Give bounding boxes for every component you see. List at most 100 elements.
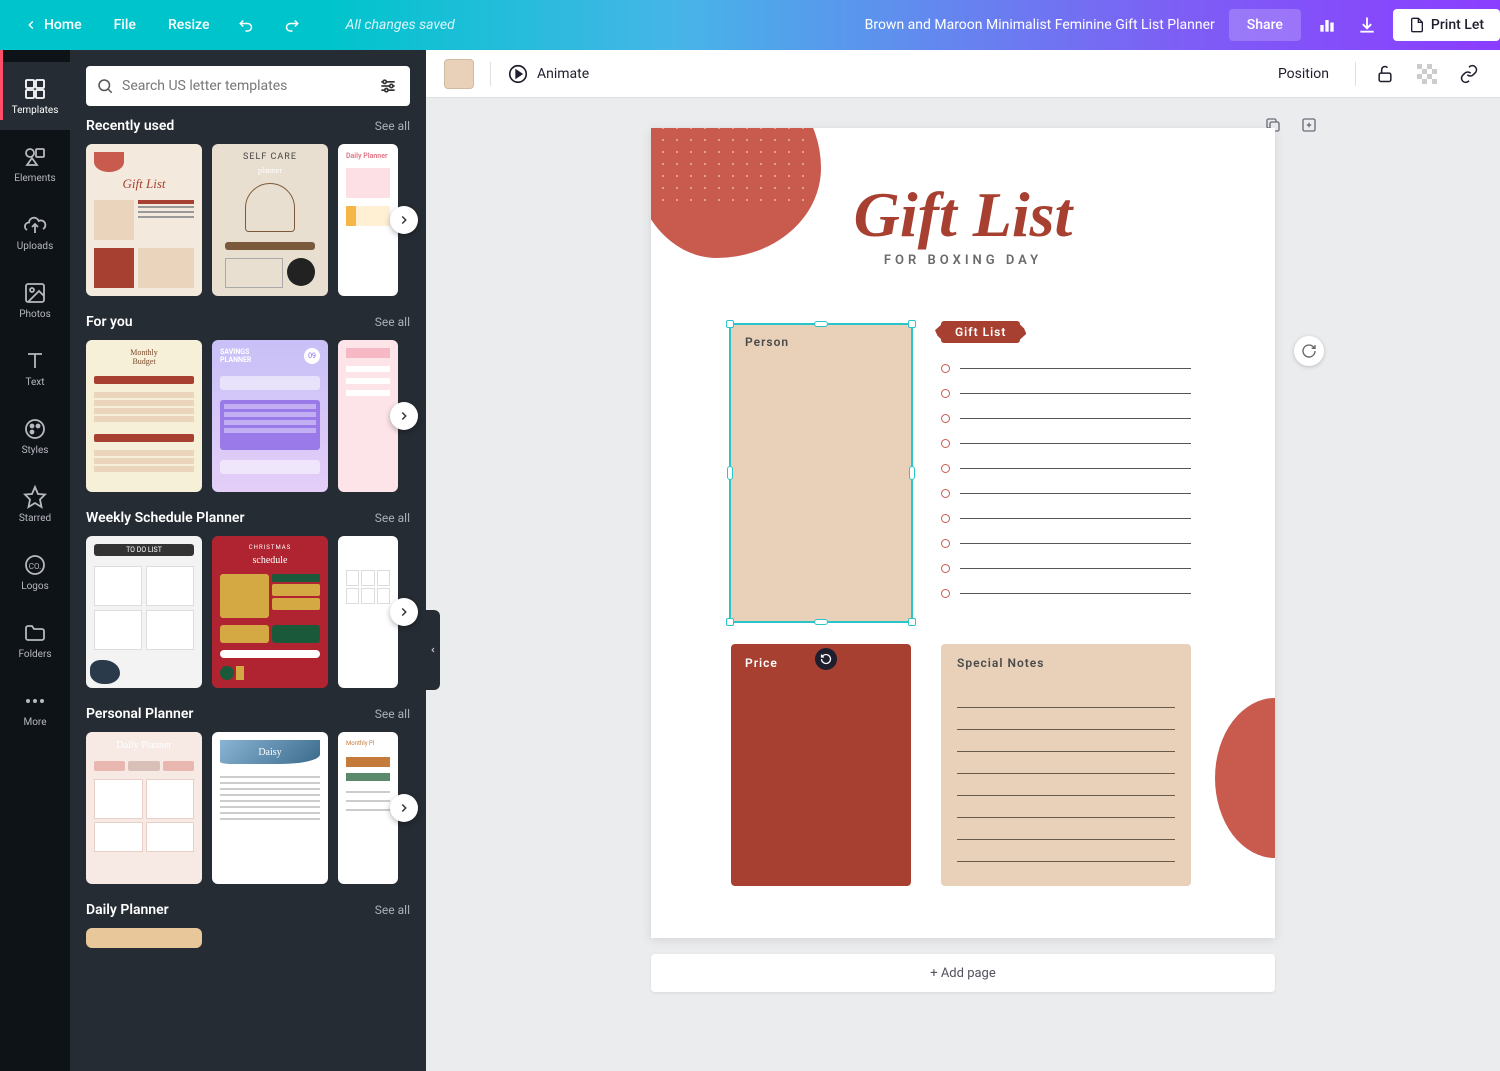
topbar-left: Home File Resize All changes saved — [0, 5, 455, 45]
rail-starred[interactable]: Starred — [0, 470, 70, 538]
design-page[interactable]: Gift List FOR BOXING DAY Person — [651, 128, 1275, 938]
rotate-handle[interactable] — [815, 648, 837, 670]
download-icon — [1357, 15, 1377, 35]
divider — [1355, 62, 1356, 86]
position-button[interactable]: Position — [1268, 60, 1339, 88]
template-thumb[interactable]: Daisy — [212, 732, 328, 884]
rail-styles[interactable]: Styles — [0, 402, 70, 470]
see-all-link[interactable]: See all — [375, 119, 410, 133]
transparency-button[interactable] — [1414, 61, 1440, 87]
panel-search — [70, 50, 426, 118]
side-rail: Templates Elements Uploads Photos Text S… — [0, 50, 70, 1071]
uploads-icon — [23, 213, 47, 237]
redo-button[interactable] — [271, 5, 311, 45]
rotate-icon — [820, 653, 832, 665]
chevron-right-icon — [397, 605, 411, 619]
template-thumb[interactable] — [86, 928, 202, 948]
canvas-viewport[interactable]: Gift List FOR BOXING DAY Person — [426, 98, 1500, 1071]
template-thumb[interactable]: Monthly Pl — [338, 732, 398, 884]
template-thumb[interactable]: TO DO LIST — [86, 536, 202, 688]
rail-photos[interactable]: Photos — [0, 266, 70, 334]
next-arrow[interactable] — [390, 794, 418, 822]
template-thumb[interactable] — [338, 340, 398, 492]
file-button[interactable]: File — [100, 9, 150, 41]
chevron-right-icon — [397, 801, 411, 815]
add-page-icon — [1300, 116, 1318, 134]
home-button[interactable]: Home — [10, 9, 96, 41]
see-all-link[interactable]: See all — [375, 315, 410, 329]
animate-button[interactable]: Animate — [507, 63, 589, 85]
search-field[interactable] — [86, 66, 410, 106]
section-weekly: Weekly Schedule Planner See all TO DO LI… — [86, 510, 410, 688]
lock-open-icon — [1375, 64, 1395, 84]
transparency-icon — [1417, 64, 1437, 84]
undo-icon — [238, 16, 256, 34]
rail-text[interactable]: Text — [0, 334, 70, 402]
download-button[interactable] — [1347, 5, 1387, 45]
lock-button[interactable] — [1372, 61, 1398, 87]
rail-templates[interactable]: Templates — [0, 62, 70, 130]
notes-box[interactable]: Special Notes — [941, 644, 1191, 886]
home-label: Home — [44, 17, 82, 33]
title-script[interactable]: Gift List — [651, 183, 1275, 247]
rail-folders[interactable]: Folders — [0, 606, 70, 674]
insights-button[interactable] — [1307, 5, 1347, 45]
template-thumb[interactable]: Gift List — [86, 144, 202, 296]
gift-list-lines[interactable] — [941, 356, 1191, 606]
template-thumb[interactable]: SAVINGSPLANNER09 — [212, 340, 328, 492]
rail-more[interactable]: More — [0, 674, 70, 742]
next-arrow[interactable] — [390, 598, 418, 626]
styles-icon — [23, 417, 47, 441]
template-thumb[interactable]: Daily Planner — [86, 732, 202, 884]
template-thumb[interactable]: MonthlyBudget — [86, 340, 202, 492]
section-personal: Personal Planner See all Daily Planner D… — [86, 706, 410, 884]
rail-accent — [0, 50, 3, 120]
template-thumb[interactable]: SELF CAREplanner — [212, 144, 328, 296]
template-thumb[interactable]: MY MONTPLAN — [338, 536, 398, 688]
more-icon — [23, 689, 47, 713]
see-all-link[interactable]: See all — [375, 707, 410, 721]
sync-button[interactable] — [1294, 336, 1324, 366]
person-box[interactable]: Person — [731, 325, 911, 621]
section-title: Personal Planner — [86, 706, 193, 722]
chevron-right-icon — [397, 409, 411, 423]
add-page-bar[interactable]: + Add page — [651, 954, 1275, 992]
giftlist-heading[interactable]: Gift List — [941, 321, 1020, 340]
person-label: Person — [745, 335, 789, 349]
document-title[interactable]: Brown and Maroon Minimalist Feminine Gif… — [455, 17, 1229, 33]
color-swatch[interactable] — [444, 59, 474, 89]
text-icon — [23, 349, 47, 373]
filter-button[interactable] — [376, 74, 400, 98]
link-button[interactable] — [1456, 61, 1482, 87]
main-layout: Templates Elements Uploads Photos Text S… — [0, 50, 1500, 1071]
see-all-link[interactable]: See all — [375, 511, 410, 525]
next-arrow[interactable] — [390, 206, 418, 234]
search-input[interactable] — [114, 78, 376, 94]
context-toolbar: Animate Position — [426, 50, 1500, 98]
section-daily: Daily Planner See all — [86, 902, 410, 948]
undo-button[interactable] — [227, 5, 267, 45]
share-button[interactable]: Share — [1229, 9, 1301, 41]
resize-button[interactable]: Resize — [154, 9, 224, 41]
page-heading: Gift List FOR BOXING DAY — [651, 183, 1275, 268]
next-arrow[interactable] — [390, 402, 418, 430]
templates-icon — [23, 77, 47, 101]
rail-uploads[interactable]: Uploads — [0, 198, 70, 266]
see-all-link[interactable]: See all — [375, 903, 410, 917]
panel-content[interactable]: Recently used See all Gift List SELF CAR… — [70, 118, 426, 1071]
section-for-you: For you See all MonthlyBudget SAVINGSPLA… — [86, 314, 410, 492]
divider — [490, 62, 491, 86]
title-subtitle[interactable]: FOR BOXING DAY — [651, 253, 1275, 268]
svg-text:CO.: CO. — [29, 562, 41, 571]
rail-logos[interactable]: CO. Logos — [0, 538, 70, 606]
section-title: Recently used — [86, 118, 174, 134]
template-thumb[interactable]: CHRISTMASschedule — [212, 536, 328, 688]
search-icon — [96, 77, 114, 95]
rail-elements[interactable]: Elements — [0, 130, 70, 198]
price-box[interactable]: Price — [731, 644, 911, 886]
elements-icon — [23, 145, 47, 169]
template-thumb[interactable]: Daily Planner — [338, 144, 398, 296]
print-button[interactable]: Print Let — [1393, 9, 1500, 41]
chevron-right-icon — [397, 213, 411, 227]
add-page-button[interactable] — [1298, 114, 1320, 136]
